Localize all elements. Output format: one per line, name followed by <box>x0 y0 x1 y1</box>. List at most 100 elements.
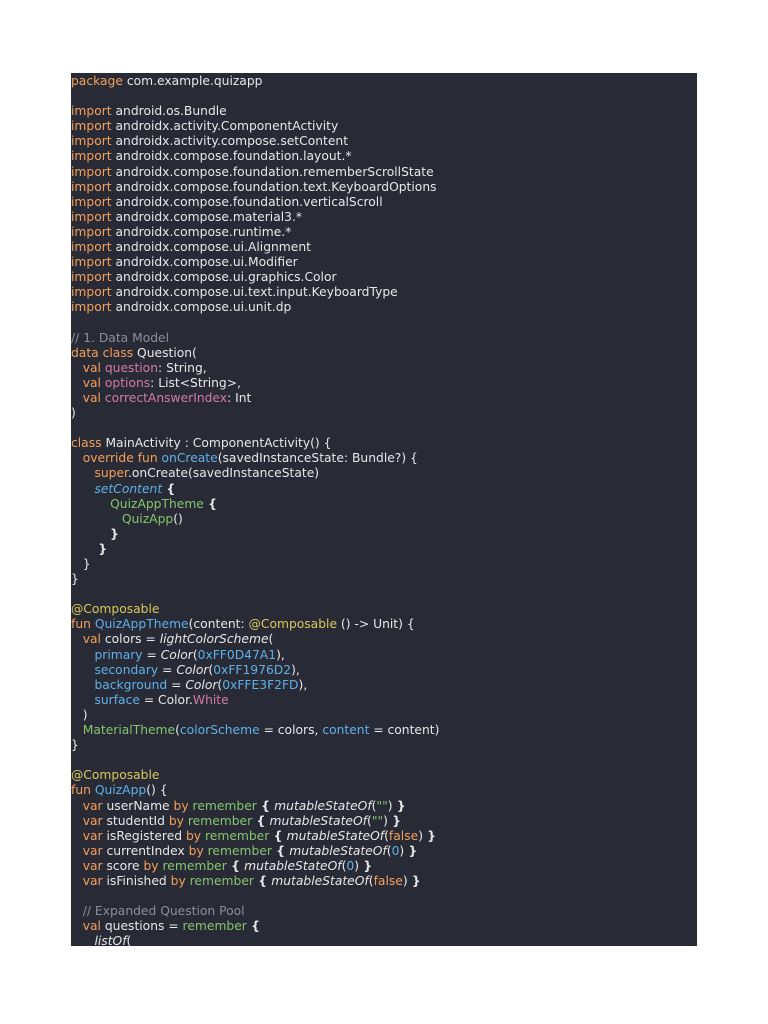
code-token: White <box>192 692 229 707</box>
code-line: package com.example.quizapp <box>71 74 697 89</box>
code-token: fun <box>71 783 91 798</box>
code-line: } <box>71 738 697 753</box>
code-line: } <box>71 527 697 542</box>
code-token: mutableStateOf <box>269 813 367 828</box>
code-token: ), <box>298 677 308 692</box>
code-token: import <box>71 134 112 149</box>
code-token: .onCreate(savedInstanceState) <box>127 466 320 481</box>
code-line: @Composable <box>71 768 697 783</box>
code-token: mutableStateOf <box>289 843 387 858</box>
code-token: } <box>387 813 401 828</box>
code-token: com.example.quizapp <box>122 74 263 88</box>
code-line: ) <box>71 406 697 421</box>
code-token: remember <box>188 798 257 813</box>
code-line: ​ <box>71 587 697 602</box>
code-token: by <box>168 813 184 828</box>
code-content: package com.example.quizapp ​ import andro… <box>71 74 697 946</box>
code-token: } <box>392 798 406 813</box>
code-token: { <box>271 843 290 858</box>
code-token: lightColorScheme <box>159 632 269 647</box>
code-line: val question: String, <box>71 361 697 376</box>
code-token: by <box>143 858 159 873</box>
code-line: import androidx.compose.ui.text.input.Ke… <box>71 285 697 300</box>
code-token: currentIndex <box>102 843 189 858</box>
code-token: { <box>256 798 275 813</box>
code-line: } <box>71 557 697 572</box>
code-line: // Expanded Question Pool <box>71 904 697 919</box>
code-token: androidx.compose.foundation.verticalScro… <box>111 194 383 209</box>
code-line: val options: List<String>, <box>71 376 697 391</box>
code-token: @Composable <box>248 617 338 632</box>
code-line: listOf( <box>71 934 697 946</box>
code-token: { <box>162 481 176 496</box>
code-token: (content: <box>188 617 249 632</box>
code-token: mutableStateOf <box>244 858 342 873</box>
code-token: androidx.compose.ui.Modifier <box>111 255 298 270</box>
code-token: import <box>71 270 112 285</box>
code-token: by <box>170 873 186 888</box>
code-token: androidx.compose.foundation.rememberScro… <box>111 164 434 179</box>
code-token: userName <box>102 798 174 813</box>
code-token: = <box>158 662 177 677</box>
code-token: question <box>100 360 159 375</box>
code-line: setContent { <box>71 482 697 497</box>
code-token: mutableStateOf <box>271 873 369 888</box>
code-token: false <box>373 873 403 888</box>
code-token: package <box>71 74 123 88</box>
code-line: data class Question( <box>71 346 697 361</box>
code-token: "" <box>371 813 384 828</box>
code-line: ​ <box>71 889 697 904</box>
code-token: ( <box>268 632 274 647</box>
code-token: val <box>82 390 101 405</box>
code-token: = Color. <box>139 692 193 707</box>
code-token: super <box>94 466 128 481</box>
code-line: val colors = lightColorScheme( <box>71 632 697 647</box>
code-token: val <box>82 375 101 390</box>
code-token: colorScheme <box>179 723 260 738</box>
code-line: } <box>71 572 697 587</box>
code-token: var <box>82 798 103 813</box>
code-token: mutableStateOf <box>286 828 385 843</box>
code-token: val <box>82 360 101 375</box>
code-token: false <box>388 828 419 843</box>
code-token: 0xFF0D47A1 <box>197 647 277 662</box>
code-token: // Expanded Question Pool <box>82 904 245 919</box>
code-token: remember <box>203 843 272 858</box>
code-token: { <box>226 858 245 873</box>
code-token: primary <box>94 647 143 662</box>
code-token: "" <box>376 798 388 813</box>
code-line: import androidx.activity.compose.setCont… <box>71 134 697 149</box>
code-token: secondary <box>94 662 159 677</box>
code-line: ​ <box>71 421 697 436</box>
code-token: androidx.compose.runtime.* <box>111 224 292 239</box>
code-token: correctAnswerIndex <box>100 390 228 405</box>
code-token: val <box>82 919 101 934</box>
code-token: remember <box>158 858 227 873</box>
code-token: { <box>252 813 270 828</box>
code-token: androidx.compose.foundation.layout.* <box>111 149 352 164</box>
code-token: Color <box>185 677 218 692</box>
code-line: val questions = remember { <box>71 919 697 934</box>
code-line: import android.os.Bundle <box>71 104 697 119</box>
code-line: import androidx.compose.ui.Alignment <box>71 240 697 255</box>
code-token: by <box>173 798 189 813</box>
code-token: ) <box>71 406 76 421</box>
code-token: colors = <box>100 632 160 647</box>
code-token: import <box>71 194 112 209</box>
code-token: 0xFFE3F2FD <box>222 677 299 692</box>
code-token: var <box>82 858 103 873</box>
code-token: var <box>82 873 103 888</box>
code-token: onCreate <box>157 451 218 466</box>
code-token: fun <box>71 617 91 632</box>
code-token: } <box>71 572 79 587</box>
code-token: isRegistered <box>102 828 186 843</box>
code-line: fun QuizAppTheme(content: @Composable ()… <box>71 617 697 632</box>
code-token: Question( <box>133 345 197 360</box>
